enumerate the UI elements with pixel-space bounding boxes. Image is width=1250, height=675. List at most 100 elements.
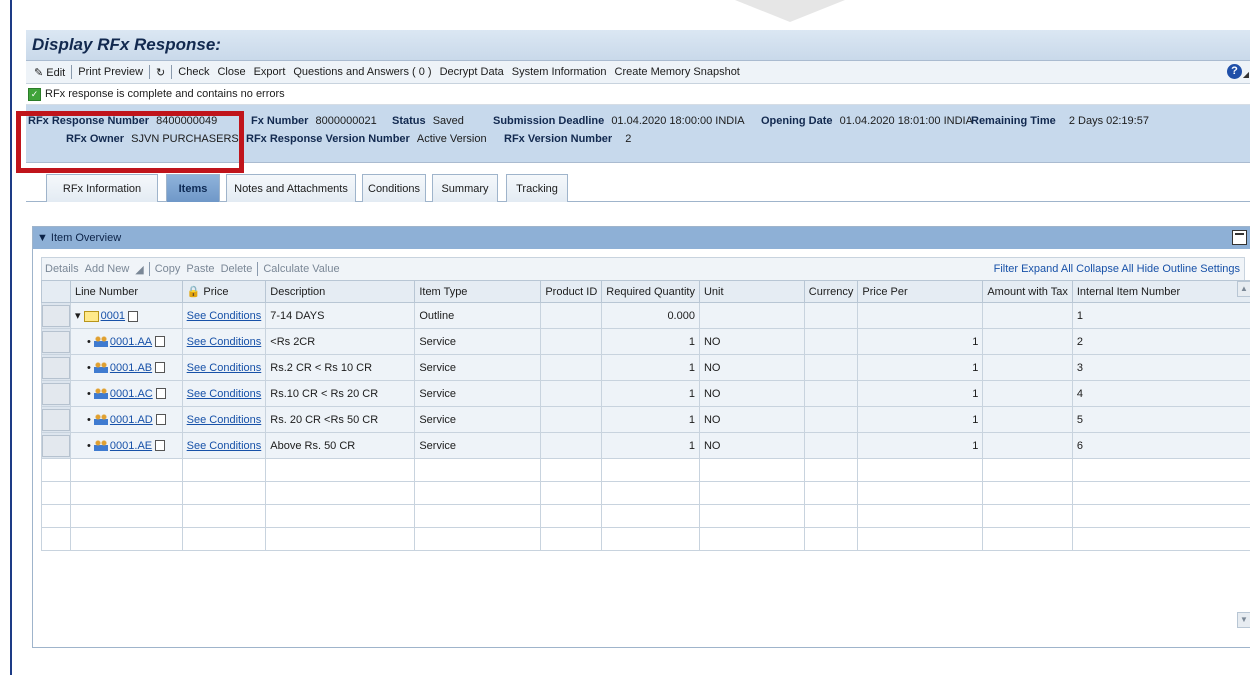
line-number-link[interactable]: 0001.AA — [110, 336, 152, 348]
delete-button[interactable]: Delete — [218, 263, 256, 275]
column-header-line-number[interactable]: Line Number — [70, 280, 183, 303]
folder-icon — [83, 310, 99, 322]
note-icon[interactable] — [155, 440, 166, 452]
table-row[interactable]: • 0001.AA See Conditions <Rs 2CR Service… — [41, 328, 1250, 355]
column-header-price-per[interactable]: Price Per — [857, 280, 984, 303]
tab-notes-attachments[interactable]: Notes and Attachments — [226, 174, 356, 202]
column-header-item-type[interactable]: Item Type — [414, 280, 542, 303]
see-conditions-link[interactable]: See Conditions — [187, 336, 262, 348]
note-icon[interactable] — [155, 336, 166, 348]
column-header-amount-with-tax[interactable]: Amount with Tax — [982, 280, 1073, 303]
scroll-down-button[interactable]: ▼ — [1237, 612, 1250, 628]
note-icon[interactable] — [155, 414, 166, 426]
tab-tracking[interactable]: Tracking — [506, 174, 568, 202]
column-header-price[interactable]: 🔒 Price — [181, 280, 267, 303]
column-header-required-quantity[interactable]: Required Quantity — [601, 280, 700, 303]
decrypt-data-button[interactable]: Decrypt Data — [436, 66, 508, 78]
see-conditions-link[interactable]: See Conditions — [187, 362, 262, 374]
price-cell: See Conditions — [181, 302, 267, 329]
internal-number-cell: 4 — [1071, 380, 1250, 407]
toolbar-separator — [149, 65, 151, 79]
row-selector-button[interactable] — [42, 408, 70, 431]
tab-items[interactable]: Items — [166, 174, 220, 202]
column-header-unit[interactable]: Unit — [698, 280, 805, 303]
chevron-down-icon[interactable]: ◢ — [1243, 70, 1249, 79]
print-preview-button[interactable]: Print Preview — [74, 66, 147, 78]
close-button[interactable]: Close — [213, 66, 249, 78]
tab-rfx-information[interactable]: RFx Information — [46, 174, 158, 202]
copy-button[interactable]: Copy — [152, 263, 184, 275]
line-number-cell: • 0001.AB — [70, 354, 183, 381]
column-header-internal-item-number[interactable]: Internal Item Number — [1071, 280, 1250, 303]
column-header-currency[interactable]: Currency — [803, 280, 859, 303]
line-number-link[interactable]: 0001.AE — [110, 440, 152, 452]
column-header-product-id[interactable]: Product ID — [540, 280, 603, 303]
success-check-icon: ✓ — [28, 87, 41, 101]
collapse-panel-button[interactable] — [1232, 230, 1247, 245]
row-selector[interactable] — [41, 432, 71, 459]
line-number-link[interactable]: 0001.AB — [110, 362, 152, 374]
see-conditions-link[interactable]: See Conditions — [187, 414, 262, 426]
table-row[interactable]: • 0001.AD See Conditions Rs. 20 CR <Rs 5… — [41, 406, 1250, 433]
add-new-dropdown-icon[interactable]: ◢ — [132, 263, 146, 276]
status-message: RFx response is complete and contains no… — [45, 88, 285, 100]
column-header-description[interactable]: Description — [265, 280, 416, 303]
edit-button[interactable]: ✎ Edit — [30, 66, 69, 79]
item-type-cell: Service — [414, 432, 542, 459]
expand-arrow-icon[interactable]: ▾ — [75, 310, 84, 322]
tab-conditions[interactable]: Conditions — [362, 174, 426, 202]
row-selector[interactable] — [41, 302, 71, 329]
help-icon[interactable]: ? — [1227, 64, 1242, 79]
note-icon[interactable] — [128, 310, 139, 322]
row-selector[interactable] — [41, 380, 71, 407]
table-row[interactable]: • 0001.AC See Conditions Rs.10 CR < Rs 2… — [41, 380, 1250, 407]
table-row[interactable]: ▾ 0001 See Conditions 7-14 DAYS Outline … — [41, 302, 1250, 329]
see-conditions-link[interactable]: See Conditions — [187, 310, 262, 322]
amount-cell — [982, 328, 1073, 355]
see-conditions-link[interactable]: See Conditions — [187, 440, 262, 452]
message-bar: ✓ RFx response is complete and contains … — [26, 84, 1250, 105]
line-number-link[interactable]: 0001.AC — [110, 388, 153, 400]
edit-label: Edit — [46, 66, 66, 79]
service-icon — [93, 362, 108, 374]
export-button[interactable]: Export — [250, 66, 290, 78]
create-memory-snapshot-button[interactable]: Create Memory Snapshot — [611, 66, 744, 78]
internal-number-cell: 6 — [1071, 432, 1250, 459]
response-version-value: Active Version — [416, 133, 487, 145]
check-button[interactable]: Check — [174, 66, 213, 78]
row-selector-button[interactable] — [42, 304, 70, 327]
grid-toolbar: Details Add New ◢ Copy Paste Delete Calc… — [41, 257, 1245, 280]
line-number-link[interactable]: 0001.AD — [110, 414, 153, 426]
table-row[interactable]: • 0001.AB See Conditions Rs.2 CR < Rs 10… — [41, 354, 1250, 381]
note-icon[interactable] — [155, 388, 166, 400]
row-selector-button[interactable] — [42, 434, 70, 457]
row-selector-button[interactable] — [42, 382, 70, 405]
submission-deadline: Submission Deadline 01.04.2020 18:00:00 … — [493, 115, 745, 127]
row-selector-button[interactable] — [42, 356, 70, 379]
bullet-icon: • — [87, 335, 91, 348]
row-selector[interactable] — [41, 328, 71, 355]
line-number-link[interactable]: 0001 — [101, 310, 125, 322]
refresh-icon[interactable]: ↻ — [152, 66, 169, 79]
tab-summary[interactable]: Summary — [432, 174, 498, 202]
calculate-value-button[interactable]: Calculate Value — [260, 263, 342, 275]
see-conditions-link[interactable]: See Conditions — [187, 388, 262, 400]
paste-button[interactable]: Paste — [183, 263, 217, 275]
unit-cell — [698, 302, 805, 329]
row-selector-button[interactable] — [42, 330, 70, 353]
note-icon[interactable] — [155, 362, 166, 374]
scroll-up-button[interactable]: ▲ — [1237, 281, 1250, 297]
rfx-version-value: 2 — [625, 133, 632, 145]
currency-cell — [803, 432, 859, 459]
system-information-button[interactable]: System Information — [508, 66, 611, 78]
details-button[interactable]: Details — [42, 263, 82, 275]
table-settings-links[interactable]: Filter Expand All Collapse All Hide Outl… — [994, 263, 1240, 275]
row-selector[interactable] — [41, 406, 71, 433]
row-selector[interactable] — [41, 354, 71, 381]
product-id-cell — [540, 302, 603, 329]
add-new-button[interactable]: Add New — [82, 263, 133, 275]
table-row[interactable]: • 0001.AE See Conditions Above Rs. 50 CR… — [41, 432, 1250, 459]
rfx-number-value: 8000000021 — [315, 115, 377, 127]
questions-answers-button[interactable]: Questions and Answers ( 0 ) — [289, 66, 435, 78]
item-overview-header[interactable]: ▼ Item Overview — [33, 227, 1250, 249]
